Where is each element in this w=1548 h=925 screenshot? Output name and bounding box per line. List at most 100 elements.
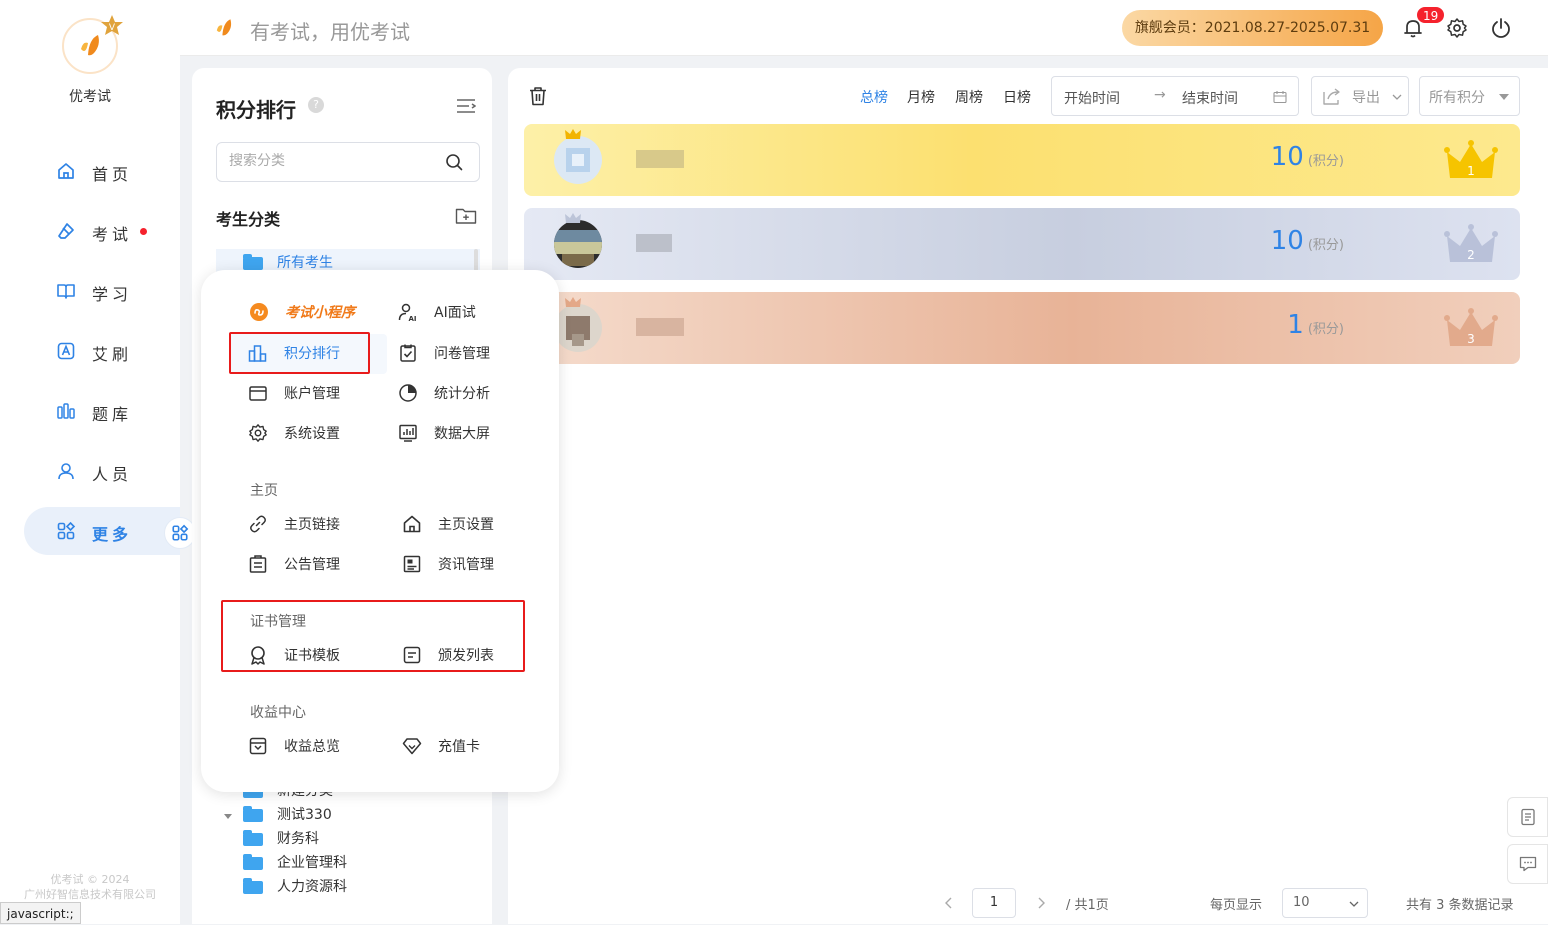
tree-item-label: 企业管理科	[277, 855, 347, 871]
copyright-line1: 优考试 © 2024	[50, 873, 130, 886]
export-button[interactable]: 导出	[1311, 76, 1409, 116]
svg-text:V: V	[109, 23, 116, 33]
date-range-arrow: →	[1154, 87, 1166, 103]
menu-label: 充值卡	[438, 739, 480, 755]
nav-personnel[interactable]: 人员	[24, 447, 180, 495]
menu-income-overview[interactable]: 收益总览	[248, 736, 340, 756]
tab-weekly[interactable]: 周榜	[955, 87, 983, 107]
tab-daily[interactable]: 日榜	[1003, 87, 1031, 107]
menu-home-settings[interactable]: 主页设置	[402, 514, 494, 534]
highlight-box-ranking	[229, 332, 370, 374]
date-range-picker[interactable]: 开始时间 → 结束时间	[1051, 76, 1299, 116]
menu-label: 主页链接	[284, 517, 340, 533]
menu-label: 数据大屏	[434, 426, 490, 442]
chat-icon	[1519, 856, 1536, 872]
apps-icon	[172, 524, 189, 541]
slogan: 有考试，用优考试	[250, 20, 410, 44]
menu-account[interactable]: 账户管理	[248, 383, 340, 403]
score-value: 10	[1270, 142, 1304, 172]
menu-recharge-card[interactable]: 充值卡	[402, 736, 480, 756]
avatar	[554, 220, 602, 268]
add-folder-icon[interactable]	[455, 207, 477, 225]
nav-study[interactable]: 学习	[24, 267, 180, 315]
nav-personnel-label: 人员	[92, 465, 133, 484]
user-name-blurred	[636, 318, 684, 336]
rank-card-1[interactable]: 10 (积分) 1	[524, 124, 1520, 196]
highlight-box-certificate	[221, 600, 525, 672]
menu-home-link[interactable]: 主页链接	[248, 514, 340, 534]
income-icon	[249, 737, 267, 755]
tab-monthly[interactable]: 月榜	[907, 87, 935, 107]
gear-icon[interactable]	[1446, 17, 1468, 39]
tree-item-hr[interactable]: 人力资源科	[243, 874, 347, 898]
nav-more-label: 更多	[92, 525, 133, 544]
floating-doc-button[interactable]	[1507, 797, 1548, 837]
nav-question-bank[interactable]: 题库	[24, 387, 180, 435]
total-records: 共有 3 条数据记录	[1406, 898, 1514, 913]
tree-item-label: 所有考生	[277, 255, 333, 271]
export-icon	[1323, 88, 1340, 105]
rank-card-3[interactable]: 1 (积分) 3	[524, 292, 1520, 364]
a-box-icon	[57, 342, 75, 360]
chevron-down-icon	[1349, 901, 1359, 907]
tree-item-label: 人力资源科	[277, 879, 347, 895]
export-label: 导出	[1352, 90, 1380, 106]
category-search-input[interactable]	[229, 153, 439, 169]
menu-questionnaire[interactable]: 问卷管理	[398, 343, 490, 363]
user-name-blurred	[636, 234, 672, 252]
caret-down-icon[interactable]	[223, 811, 233, 821]
floating-chat-button[interactable]	[1507, 844, 1548, 884]
rank-crown-3: 3	[1444, 306, 1498, 352]
document-icon	[1520, 808, 1535, 826]
top-header: 有考试，用优考试 旗舰会员：2021.08.27-2025.07.31 19	[180, 0, 1548, 56]
end-date-placeholder[interactable]: 结束时间	[1182, 88, 1238, 108]
chevron-down-icon	[1392, 94, 1402, 100]
caret-down-icon	[1499, 94, 1509, 100]
nav-exam[interactable]: 考试	[24, 207, 180, 255]
vip-membership-badge[interactable]: 旗舰会员：2021.08.27-2025.07.31	[1122, 10, 1383, 46]
score-filter-select[interactable]: 所有积分	[1419, 76, 1520, 116]
nav-home[interactable]: 首页	[24, 147, 180, 195]
per-page-select[interactable]: 10	[1282, 888, 1368, 918]
tab-total[interactable]: 总榜	[860, 87, 888, 107]
sidebar: V 优考试 首页 考试 学习 艾刷 题库 人员 更多 优考试 © 2024 广州…	[0, 0, 196, 924]
rank-card-2[interactable]: 10 (积分) 2	[524, 208, 1520, 280]
search-icon[interactable]	[445, 153, 463, 171]
menu-statistics[interactable]: 统计分析	[398, 383, 490, 403]
collapse-menu-icon[interactable]	[456, 98, 476, 114]
logo-icon	[216, 19, 232, 36]
menu-notice[interactable]: 公告管理	[248, 554, 340, 574]
start-date-placeholder[interactable]: 开始时间	[1064, 88, 1120, 108]
tree-item-finance[interactable]: 财务科	[243, 826, 319, 850]
home-icon	[403, 515, 421, 533]
nav-study-label: 学习	[92, 285, 133, 304]
menu-ai-interview[interactable]: AI AI面试	[398, 302, 476, 322]
tree-item-enterprise[interactable]: 企业管理科	[243, 850, 347, 874]
user-icon	[58, 463, 74, 480]
power-icon[interactable]	[1490, 17, 1512, 39]
nav-more[interactable]: 更多	[24, 507, 180, 555]
menu-data-screen[interactable]: 数据大屏	[398, 423, 490, 443]
apps-icon	[57, 521, 76, 540]
nav-question-bank-label: 题库	[92, 405, 133, 424]
next-page-icon[interactable]	[1036, 896, 1046, 910]
help-icon[interactable]: ?	[308, 97, 324, 113]
news-icon	[403, 555, 421, 573]
home-icon	[58, 163, 74, 179]
menu-system-settings[interactable]: 系统设置	[248, 423, 340, 443]
nav-aishua[interactable]: 艾刷	[24, 327, 180, 375]
folder-icon	[243, 806, 263, 822]
prev-page-icon[interactable]	[944, 896, 954, 910]
nav-exam-label: 考试	[92, 225, 133, 244]
ai-user-icon: AI	[398, 303, 417, 322]
score-value: 1	[1287, 310, 1304, 340]
menu-news[interactable]: 资讯管理	[402, 554, 494, 574]
score: 1 (积分)	[1287, 310, 1344, 340]
trash-icon[interactable]	[528, 86, 548, 106]
folder-icon	[243, 830, 263, 846]
book-icon	[57, 284, 75, 299]
menu-label: 账户管理	[284, 386, 340, 402]
tree-item-test330[interactable]: 测试330	[243, 802, 332, 826]
current-page-input[interactable]: 1	[972, 888, 1016, 918]
menu-mini-program[interactable]: 考试小程序	[249, 302, 355, 322]
